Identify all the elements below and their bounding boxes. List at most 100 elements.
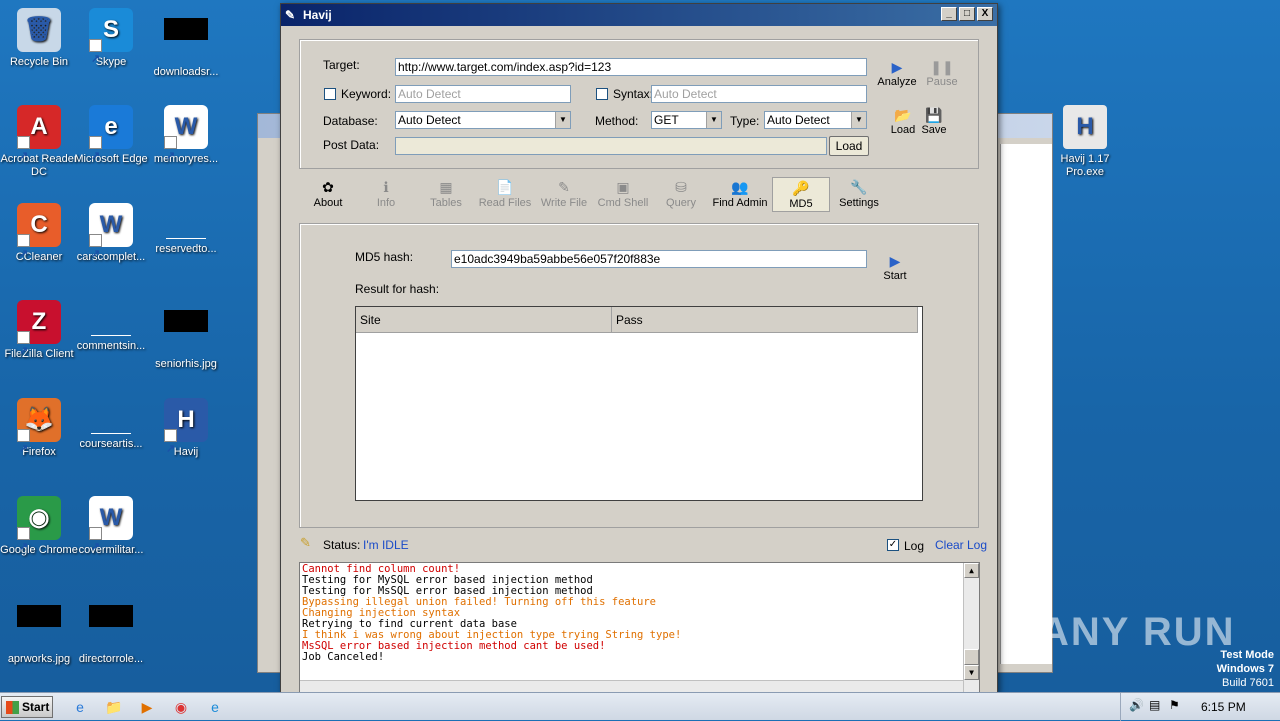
desktop-icon-image xyxy=(166,203,206,239)
media-player-icon[interactable]: ▶ xyxy=(137,697,157,717)
desktop-icon[interactable]: ◉Google Chrome xyxy=(0,496,78,569)
desktop-icon[interactable]: Wcovermilitar... xyxy=(72,496,150,569)
type-select[interactable]: Auto Detect ▼ xyxy=(764,111,867,129)
start-button[interactable]: Start xyxy=(1,696,53,718)
tab-icon: 📄 xyxy=(496,179,514,195)
tab-settings[interactable]: 🔧 Settings xyxy=(834,177,884,212)
log-checkbox[interactable]: ✓ xyxy=(887,539,899,551)
tab-about[interactable]: ✿ About xyxy=(306,177,350,212)
postdata-load-button[interactable]: Load xyxy=(829,136,869,156)
results-table-header: Site Pass xyxy=(356,307,918,333)
minimize-button[interactable]: _ xyxy=(941,7,957,21)
desktop-icon[interactable]: Wcarscomplet... xyxy=(72,203,150,276)
results-table[interactable]: Site Pass xyxy=(355,306,923,501)
desktop-icon[interactable]: reservedto... xyxy=(147,203,225,256)
desktop-icon-label: aprworks.jpg xyxy=(7,653,71,665)
background-window-content xyxy=(1000,144,1052,664)
explorer-icon[interactable]: 📁 xyxy=(104,697,124,717)
clock[interactable]: 6:15 PM xyxy=(1201,700,1246,714)
havij-titlebar[interactable]: ✎ Havij xyxy=(281,4,997,26)
desktop-icon[interactable]: directorrole... xyxy=(72,595,150,666)
syntax-checkbox[interactable] xyxy=(596,88,608,100)
chevron-down-icon[interactable]: ▼ xyxy=(706,112,721,128)
tab-find-admin[interactable]: 👥 Find Admin xyxy=(709,177,771,212)
desktop-icon[interactable]: 🗑 Recycle Bin xyxy=(0,8,78,69)
log-horizontal-scrollbar[interactable] xyxy=(300,680,963,692)
keyword-input[interactable]: Auto Detect xyxy=(395,85,571,103)
syntax-input[interactable]: Auto Detect xyxy=(651,85,867,103)
windows-logo-icon xyxy=(6,701,19,714)
target-input[interactable]: http://www.target.com/index.asp?id=123 xyxy=(395,58,867,76)
network-icon[interactable]: ▤ xyxy=(1149,698,1160,712)
desktop-icon[interactable]: HHavij xyxy=(147,398,225,471)
tab-info[interactable]: ℹ Info xyxy=(362,177,410,212)
tab-read-files[interactable]: 📄 Read Files xyxy=(477,177,533,212)
tab-label: Info xyxy=(376,197,396,209)
tab-tables[interactable]: ▦ Tables xyxy=(421,177,471,212)
database-value: Auto Detect xyxy=(398,113,461,127)
chrome-icon[interactable]: ◉ xyxy=(171,697,191,717)
tab-icon: 👥 xyxy=(731,179,749,195)
desktop-icon[interactable]: seniorhis.jpg xyxy=(147,300,225,371)
syntax-label: Syntax: xyxy=(613,87,654,101)
column-header-site[interactable]: Site xyxy=(356,307,612,333)
desktop-icon[interactable]: 🦊Firefox xyxy=(0,398,78,471)
save-button[interactable]: 💾 Save xyxy=(918,106,950,136)
desktop-icon[interactable]: courseartis... xyxy=(72,398,150,451)
clear-log-link[interactable]: Clear Log xyxy=(935,538,987,552)
postdata-label: Post Data: xyxy=(323,138,380,152)
desktop-icon[interactable]: ZFileZilla Client xyxy=(0,300,78,373)
column-header-pass[interactable]: Pass xyxy=(612,307,918,333)
status-value: I'm IDLE xyxy=(363,538,409,552)
havij-exe-image: H xyxy=(1063,105,1107,149)
desktop-icon[interactable]: aprworks.jpg xyxy=(0,595,78,666)
desktop-icon[interactable]: SSkype xyxy=(72,8,150,81)
md5-hash-input[interactable]: e10adc3949ba59abbe56e057f20f883e xyxy=(451,250,867,268)
keyword-checkbox[interactable] xyxy=(324,88,336,100)
tab-label: About xyxy=(313,197,343,209)
maximize-button[interactable]: □ xyxy=(959,7,975,21)
system-tray: 🔊 ▤ ⚑ 6:15 PM xyxy=(1120,693,1280,721)
scroll-thumb[interactable] xyxy=(964,649,979,665)
pause-button[interactable]: ❚❚ Pause xyxy=(922,58,962,88)
desktop-icon[interactable]: Wmemoryres... xyxy=(147,105,225,178)
start-button[interactable]: ▶ Start xyxy=(878,252,912,282)
ie-icon[interactable]: e xyxy=(70,697,90,717)
desktop-icon[interactable]: downloadsr... xyxy=(147,8,225,79)
desktop-icon-label: commentsin... xyxy=(76,340,146,352)
database-select[interactable]: Auto Detect ▼ xyxy=(395,111,571,129)
tab-cmd-shell[interactable]: ▣ Cmd Shell xyxy=(595,177,651,212)
volume-icon[interactable]: 🔊 xyxy=(1129,698,1144,712)
log-vertical-scrollbar[interactable]: ▲ ▼ xyxy=(963,563,979,692)
scroll-down-icon[interactable]: ▼ xyxy=(964,665,979,680)
method-select[interactable]: GET ▼ xyxy=(651,111,722,129)
scroll-up-icon[interactable]: ▲ xyxy=(964,563,979,578)
postdata-input[interactable] xyxy=(395,137,827,155)
desktop-icon-label: Acrobat Reader DC xyxy=(0,153,78,178)
chevron-down-icon[interactable]: ▼ xyxy=(555,112,570,128)
tab-label: MD5 xyxy=(789,198,813,210)
close-button[interactable]: X xyxy=(977,7,993,21)
type-value: Auto Detect xyxy=(767,113,830,127)
md5-hash-label: MD5 hash: xyxy=(355,250,414,264)
desktop-icon-image: W xyxy=(164,105,208,178)
tab-md5[interactable]: 🔑 MD5 xyxy=(772,177,830,212)
load-button[interactable]: 📂 Load xyxy=(886,106,920,136)
edge-icon[interactable]: e xyxy=(205,697,225,717)
log-output[interactable]: Cannot find column count! Testing for MyS… xyxy=(299,562,980,693)
desktop-icon-label: Firefox xyxy=(22,446,56,458)
desktop-icon[interactable]: AAcrobat Reader DC xyxy=(0,105,78,179)
analyze-button[interactable]: ▶ Analyze xyxy=(874,58,920,88)
desktop-icon[interactable]: eMicrosoft Edge xyxy=(72,105,150,178)
tab-write-file[interactable]: ✎ Write File xyxy=(537,177,591,212)
desktop-icon-label: reservedto... xyxy=(155,243,217,255)
desktop-icon-image xyxy=(164,310,208,354)
desktop-icon-label: seniorhis.jpg xyxy=(155,358,217,370)
flag-icon[interactable]: ⚑ xyxy=(1169,698,1180,712)
chevron-down-icon[interactable]: ▼ xyxy=(851,112,866,128)
tab-query[interactable]: ⛁ Query xyxy=(657,177,705,212)
load-label: Load xyxy=(890,124,916,136)
desktop-icon-havij-exe[interactable]: H Havij 1.17 Pro.exe xyxy=(1046,105,1124,179)
desktop-icon[interactable]: CCCleaner xyxy=(0,203,78,276)
desktop-icon[interactable]: commentsin... xyxy=(72,300,150,353)
